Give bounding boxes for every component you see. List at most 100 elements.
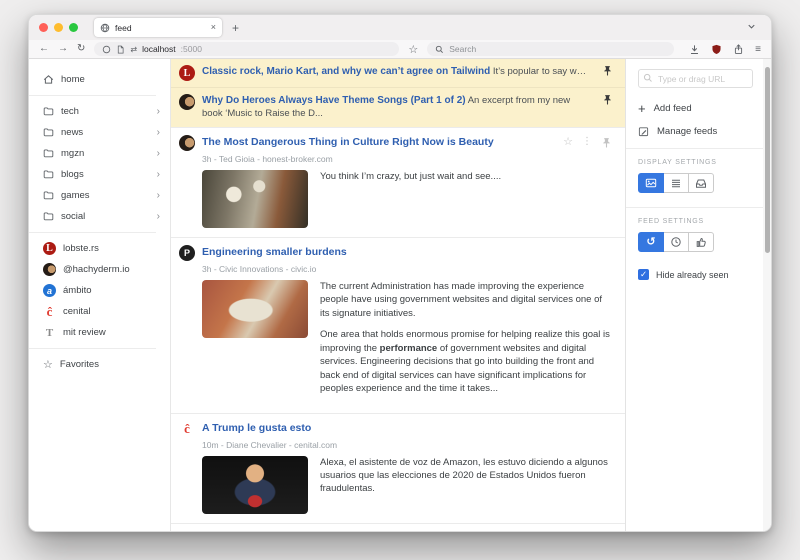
article-summary: Alexa, el asistente de voz de Amazon, le… [320,456,611,496]
article-thumbnail[interactable] [202,280,308,338]
bookmark-star-icon[interactable]: ☆ [408,43,418,56]
sidebar-feed-ambito[interactable]: a ámbito [43,280,170,301]
sidebar-feed-hachyderm[interactable]: @hachyderm.io [43,259,170,280]
home-icon [43,74,54,85]
window-close-button[interactable] [39,23,48,32]
feed-settings-label: FEED SETTINGS [638,218,753,225]
sidebar-folder-news[interactable]: news › [43,122,170,143]
article-thumbnail[interactable] [202,456,308,514]
share-icon[interactable] [733,44,744,55]
page-info-icon[interactable] [116,45,125,54]
star-icon: ☆ [43,358,53,371]
feed-likes-sort-button[interactable] [688,232,714,252]
pinned-article-theme-songs[interactable]: Why Do Heroes Always Have Theme Songs (P… [171,87,625,127]
tab-close-icon[interactable]: × [211,23,216,32]
feed-name: mit review [63,327,106,338]
ublock-shield-icon[interactable] [711,44,722,55]
article-trump[interactable]: ĉ A Trump le gusta esto 10m - Diane Chev… [171,413,625,523]
manage-feeds-button[interactable]: Manage feeds [638,126,753,137]
window-minimize-button[interactable] [54,23,63,32]
url-host: localhost [142,44,176,54]
browser-tab-feed[interactable]: feed × [94,18,222,37]
scrollbar-track[interactable] [763,59,771,531]
author-avatar [179,94,195,110]
pinned-article-tailwind[interactable]: L Classic rock, Mario Kart, and why we c… [171,59,625,87]
edit-icon [638,126,649,137]
chevron-right-icon: › [157,169,160,180]
scrollbar-thumb[interactable] [765,67,770,253]
pinned-title-link[interactable]: Classic rock, Mario Kart, and why we can… [202,66,490,77]
back-button[interactable]: ← [39,44,49,54]
forward-button[interactable]: → [58,44,68,54]
manage-feeds-label: Manage feeds [657,126,717,137]
favorite-star-icon[interactable]: ☆ [563,137,573,148]
article-title-link[interactable]: A Trump le gusta esto [202,422,311,435]
window-zoom-button[interactable] [69,23,78,32]
new-tab-button[interactable]: + [232,22,239,34]
divider [626,148,771,149]
article-engineering-burdens[interactable]: P Engineering smaller burdens 3h - Civic… [171,237,625,413]
hide-seen-toggle[interactable]: ✓ Hide already seen [638,269,753,280]
sidebar-item-home[interactable]: home [43,69,170,90]
tab-title: feed [115,23,132,33]
downloads-icon[interactable] [689,44,700,55]
article-meta: 3h - Civic Innovations - civic.io [202,264,611,274]
chevron-right-icon: › [157,148,160,159]
sidebar-feed-mit-review[interactable]: T mit review [43,322,170,343]
search-placeholder: Search [449,44,476,54]
chevron-right-icon: › [157,127,160,138]
feed-url-input[interactable] [638,69,753,88]
sidebar-item-favorites[interactable]: ☆ Favorites [43,354,170,375]
folder-icon [43,211,54,222]
article-title-link[interactable]: The Most Dangerous Thing in Culture Righ… [202,136,494,149]
sidebar-folder-tech[interactable]: tech › [43,101,170,122]
sidebar-folder-social[interactable]: social › [43,206,170,227]
pin-icon[interactable] [602,94,613,105]
add-feed-button[interactable]: + Add feed [638,102,753,115]
kebab-menu-icon[interactable]: ⋮ [582,137,592,147]
divider [626,207,771,208]
shield-icon[interactable]: ⇄ [130,45,137,54]
folder-icon [43,190,54,201]
feed-time-sort-button[interactable] [663,232,689,252]
reload-button[interactable]: ↻ [77,44,85,54]
article-thumbnail[interactable] [202,170,308,228]
feed-history-sort-button[interactable]: ↺ [638,232,664,252]
sidebar-feed-cenital[interactable]: ĉ cenital [43,301,170,322]
hachyderm-avatar [43,263,56,276]
sidebar-folder-mgzn[interactable]: mgzn › [43,143,170,164]
list-tabs-chevron-icon[interactable] [746,21,757,32]
pinned-title-link[interactable]: Why Do Heroes Always Have Theme Songs (P… [202,95,466,106]
hide-seen-label: Hide already seen [656,270,729,280]
folder-label: social [61,211,85,222]
add-feed-label: Add feed [654,103,692,114]
folder-icon [43,127,54,138]
menu-icon[interactable]: ≡ [755,44,761,55]
permissions-icon[interactable] [102,45,111,54]
sidebar-folder-blogs[interactable]: blogs › [43,164,170,185]
pin-icon[interactable] [602,65,613,76]
browser-search-bar[interactable]: Search [427,42,674,56]
ambito-favicon: a [43,284,56,297]
display-card-view-button[interactable] [638,173,664,193]
feed-reader-app: home tech › news › mgzn › blogs › [29,59,771,531]
article-del-toro[interactable]: W Guillermo del Toro revela por qué no d… [171,523,625,532]
article-title-link[interactable]: Engineering smaller burdens [202,246,347,259]
lobsters-avatar: L [179,65,195,81]
display-settings-label: DISPLAY SETTINGS [638,159,753,166]
toolbar-extensions: ≡ [689,44,761,55]
history-icon: ↺ [646,237,655,248]
url-bar[interactable]: ⇄ localhost:5000 [94,42,399,56]
settings-panel: + Add feed Manage feeds DISPLAY SETTINGS [625,59,771,531]
pin-icon[interactable] [601,137,612,148]
folder-label: news [61,127,83,138]
sidebar-feed-lobsters[interactable]: L lobste.rs [43,238,170,259]
article-beauty[interactable]: ☆ ⋮ The Most Dangerous Thing in Culture … [171,127,625,237]
folder-icon [43,106,54,117]
author-avatar [179,135,195,151]
display-list-view-button[interactable] [663,173,689,193]
sidebar-folder-games[interactable]: games › [43,185,170,206]
checkbox-checked-icon[interactable]: ✓ [638,269,649,280]
display-compact-view-button[interactable] [688,173,714,193]
lobsters-favicon: L [43,242,56,255]
